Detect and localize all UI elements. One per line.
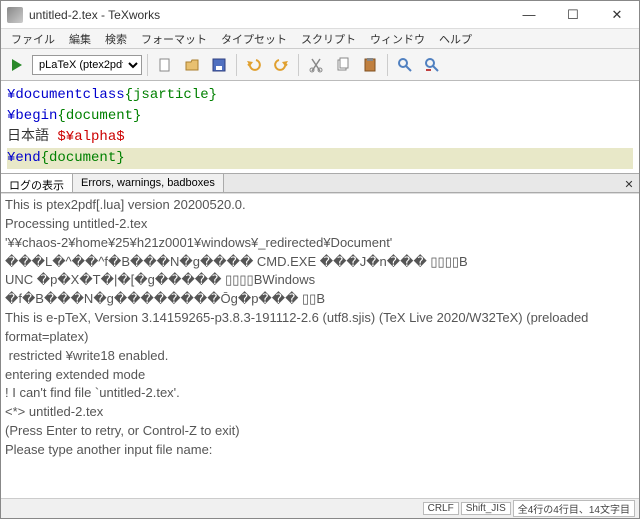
- log-line: restricted ¥write18 enabled.: [5, 347, 635, 366]
- copy-button[interactable]: [331, 53, 355, 77]
- menu-file[interactable]: ファイル: [5, 29, 61, 49]
- menu-window[interactable]: ウィンドウ: [364, 29, 431, 49]
- log-output[interactable]: This is ptex2pdf[.lua] version 20200520.…: [1, 193, 639, 498]
- separator: [387, 54, 388, 76]
- menu-search[interactable]: 検索: [99, 29, 133, 49]
- tab-log[interactable]: ログの表示: [1, 174, 73, 192]
- paste-button[interactable]: [358, 53, 382, 77]
- log-line: (Press Enter to retry, or Control-Z to e…: [5, 422, 635, 441]
- log-line: This is e-pTeX, Version 3.14159265-p3.8.…: [5, 309, 635, 347]
- editor-line-current[interactable]: ¥end{document}: [7, 148, 633, 169]
- log-line: This is ptex2pdf[.lua] version 20200520.…: [5, 196, 635, 215]
- log-line: ���L�^��^f�B���N�g���� CMD.EXE ���J�n���…: [5, 253, 635, 272]
- log-line: <*> untitled-2.tex: [5, 403, 635, 422]
- log-tabs: ログの表示 Errors, warnings, badboxes ✕: [1, 173, 639, 193]
- menu-script[interactable]: スクリプト: [295, 29, 362, 49]
- toolbar: pLaTeX (ptex2pdf): [1, 49, 639, 81]
- titlebar: untitled-2.tex - TeXworks — ☐ ✕: [1, 1, 639, 29]
- statusbar: CRLF Shift_JIS 全4行の4行目、14文字目: [1, 498, 639, 518]
- window-title: untitled-2.tex - TeXworks: [29, 8, 507, 22]
- log-line: '¥¥chaos-2¥home¥25¥h21z0001¥windows¥_red…: [5, 234, 635, 253]
- editor[interactable]: ¥documentclass{jsarticle} ¥begin{documen…: [1, 81, 639, 173]
- log-line: ! I can't find file `untitled-2.tex'.: [5, 384, 635, 403]
- log-line: entering extended mode: [5, 366, 635, 385]
- app-icon: [7, 7, 23, 23]
- typeset-button[interactable]: [5, 53, 29, 77]
- status-encoding[interactable]: Shift_JIS: [461, 502, 511, 515]
- maximize-button[interactable]: ☐: [551, 1, 595, 29]
- search-button[interactable]: [393, 53, 417, 77]
- window-buttons: — ☐ ✕: [507, 1, 639, 29]
- log-line: UNC �p�X�T�|�[�g����� ▯▯▯▯BWindows: [5, 271, 635, 290]
- menubar: ファイル 編集 検索 フォーマット タイプセット スクリプト ウィンドウ ヘルプ: [1, 29, 639, 49]
- editor-line[interactable]: 日本語 $¥alpha$: [7, 127, 633, 148]
- minimize-button[interactable]: —: [507, 1, 551, 29]
- log-line: Processing untitled-2.tex: [5, 215, 635, 234]
- tab-errors[interactable]: Errors, warnings, badboxes: [73, 174, 224, 192]
- close-button[interactable]: ✕: [595, 1, 639, 29]
- close-panel-button[interactable]: ✕: [621, 176, 637, 192]
- menu-edit[interactable]: 編集: [63, 29, 97, 49]
- menu-typeset[interactable]: タイプセット: [215, 29, 293, 49]
- tex-argument: {document}: [57, 108, 141, 124]
- open-button[interactable]: [180, 53, 204, 77]
- status-eol[interactable]: CRLF: [423, 502, 459, 515]
- status-cursor: 全4行の4行目、14文字目: [513, 500, 635, 517]
- engine-select[interactable]: pLaTeX (ptex2pdf): [32, 55, 142, 75]
- menu-help[interactable]: ヘルプ: [433, 29, 478, 49]
- save-button[interactable]: [207, 53, 231, 77]
- separator: [147, 54, 148, 76]
- replace-button[interactable]: [420, 53, 444, 77]
- tex-math: $¥alpha$: [57, 129, 124, 145]
- tex-command: ¥begin: [7, 108, 57, 124]
- log-line: �f�B���N�g��������Ōg�p��� ▯▯B: [5, 290, 635, 309]
- undo-button[interactable]: [242, 53, 266, 77]
- tex-argument: {jsarticle}: [125, 87, 217, 103]
- editor-line[interactable]: ¥begin{document}: [7, 106, 633, 127]
- text: 日本語: [7, 129, 57, 145]
- tex-argument: {document}: [41, 150, 125, 166]
- tex-command: ¥end: [7, 150, 41, 166]
- new-button[interactable]: [153, 53, 177, 77]
- editor-line[interactable]: ¥documentclass{jsarticle}: [7, 85, 633, 106]
- cut-button[interactable]: [304, 53, 328, 77]
- tex-command: ¥documentclass: [7, 87, 125, 103]
- separator: [236, 54, 237, 76]
- menu-format[interactable]: フォーマット: [135, 29, 213, 49]
- redo-button[interactable]: [269, 53, 293, 77]
- separator: [298, 54, 299, 76]
- log-line: Please type another input file name:: [5, 441, 635, 460]
